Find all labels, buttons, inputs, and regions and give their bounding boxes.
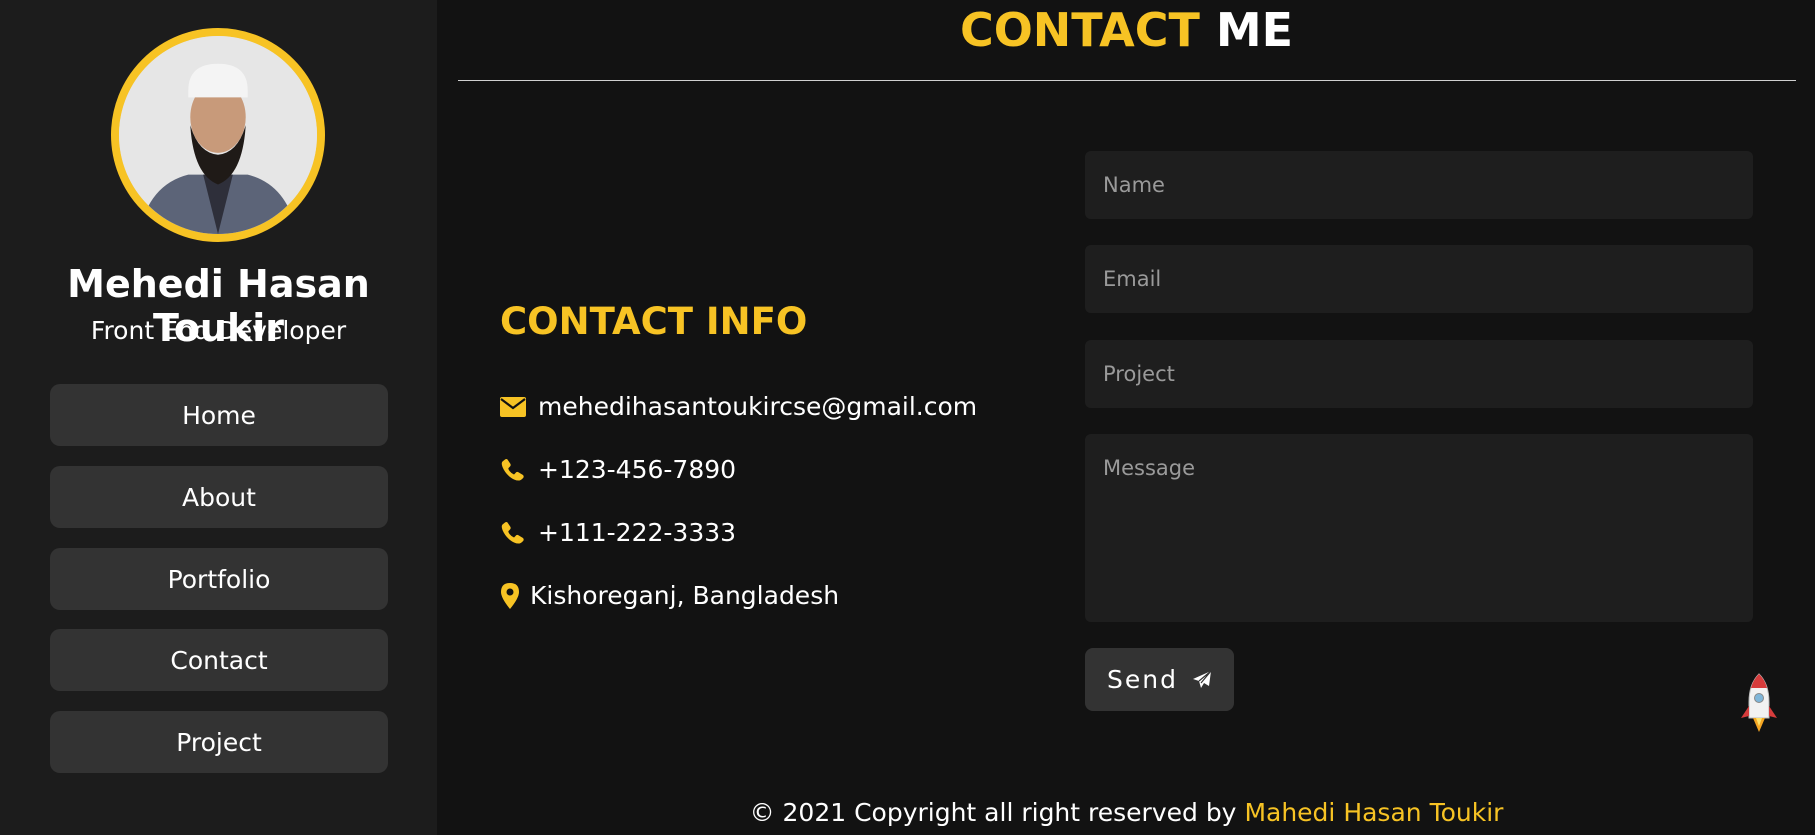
avatar — [111, 28, 325, 242]
phone-icon — [500, 520, 526, 546]
profile-photo — [119, 36, 317, 234]
page-title: CONTACT ME — [458, 2, 1795, 58]
contact-info-heading: CONTACT INFO — [500, 300, 808, 343]
paper-plane-icon — [1192, 670, 1212, 690]
project-input[interactable] — [1085, 340, 1753, 408]
send-button-label: Send — [1107, 665, 1178, 694]
contact-email-row: mehedihasantoukircse@gmail.com — [500, 392, 977, 421]
page-title-accent: CONTACT — [959, 3, 1200, 57]
send-button[interactable]: Send — [1085, 648, 1234, 711]
nav-portfolio-button[interactable]: Portfolio — [50, 548, 388, 610]
profile-role: Front End Developer — [90, 316, 347, 345]
scroll-to-top-rocket-icon[interactable] — [1738, 672, 1780, 736]
nav-home-button[interactable]: Home — [50, 384, 388, 446]
contact-email[interactable]: mehedihasantoukircse@gmail.com — [538, 392, 977, 421]
email-input[interactable] — [1085, 245, 1753, 313]
phone-icon — [500, 457, 526, 483]
footer-copyright: © 2021 Copyright all right reserved by — [749, 798, 1237, 827]
sidebar: Mehedi Hasan Toukir Front End Developer … — [0, 0, 437, 835]
contact-phone-2[interactable]: +111-222-3333 — [538, 518, 736, 547]
footer: © 2021 Copyright all right reserved by M… — [458, 798, 1795, 827]
contact-phone2-row: +111-222-3333 — [500, 518, 736, 547]
name-input[interactable] — [1085, 151, 1753, 219]
nav-contact-button[interactable]: Contact — [50, 629, 388, 691]
envelope-icon — [500, 394, 526, 420]
nav-project-button[interactable]: Project — [50, 711, 388, 773]
message-textarea[interactable] — [1085, 434, 1753, 622]
contact-phone-1[interactable]: +123-456-7890 — [538, 455, 736, 484]
footer-author-link[interactable]: Mahedi Hasan Toukir — [1244, 798, 1503, 827]
contact-location: Kishoreganj, Bangladesh — [530, 581, 840, 610]
title-divider — [458, 80, 1796, 81]
contact-location-row: Kishoreganj, Bangladesh — [500, 581, 839, 610]
map-pin-icon — [500, 582, 520, 609]
contact-phone1-row: +123-456-7890 — [500, 455, 736, 484]
nav-about-button[interactable]: About — [50, 466, 388, 528]
page-title-rest: ME — [1215, 3, 1294, 57]
